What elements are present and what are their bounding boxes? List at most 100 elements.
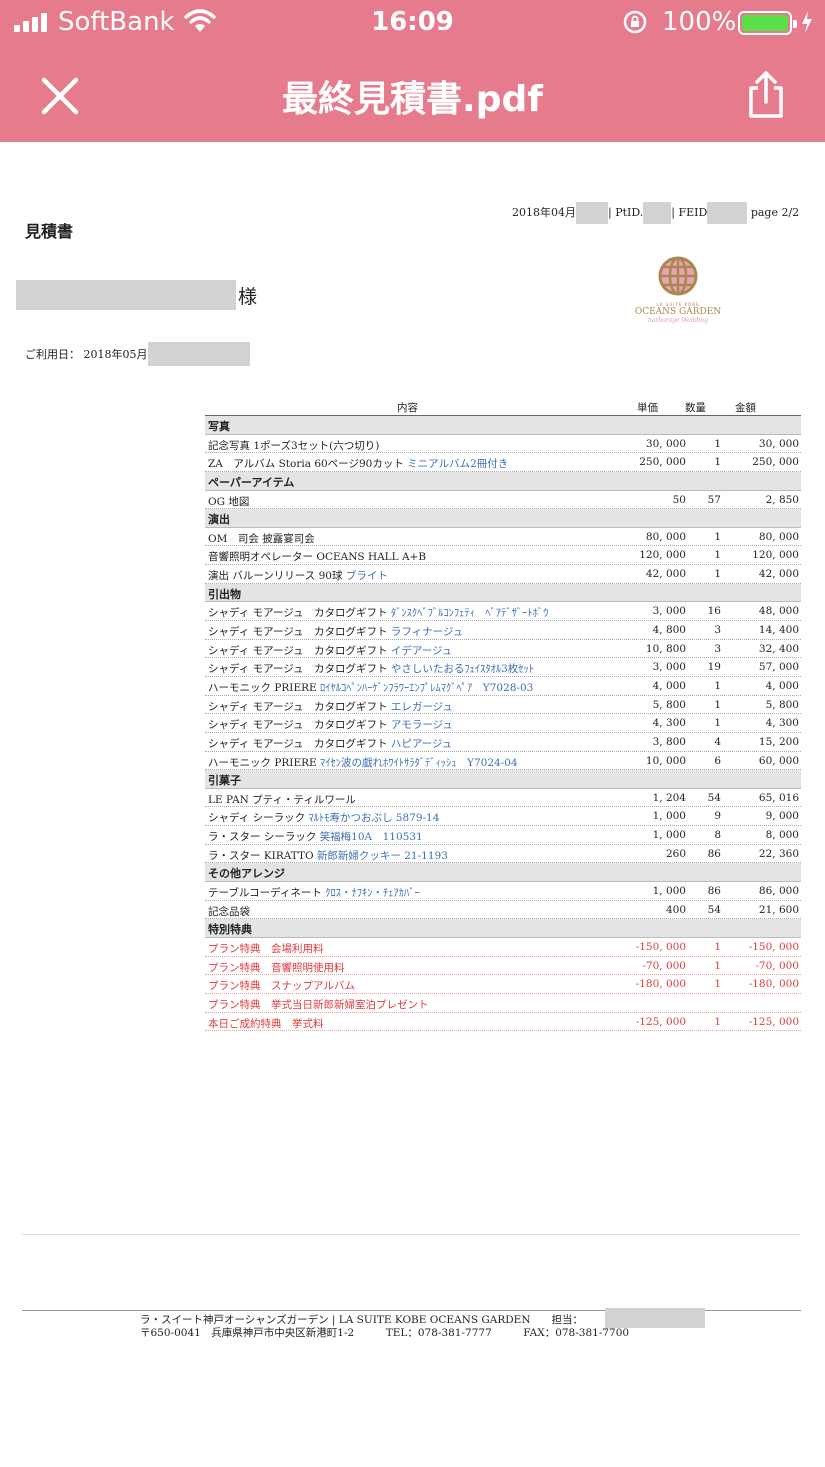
item-label: LE PAN プティ・ティルワール bbox=[208, 793, 356, 806]
amount: 57, 000 bbox=[758, 661, 799, 674]
amount: 80, 000 bbox=[758, 530, 799, 543]
unit-price: -150, 000 bbox=[635, 940, 686, 953]
item-label: OG 地図 bbox=[208, 495, 250, 508]
amount: 9, 000 bbox=[765, 810, 799, 823]
column-header-quantity: 数量 bbox=[685, 402, 706, 414]
table-row: LE PAN プティ・ティルワール 1, 204 54 65, 016 bbox=[205, 789, 801, 808]
unit-price: -180, 000 bbox=[635, 978, 686, 991]
quantity: 9 bbox=[714, 810, 721, 823]
item-label: シャディ モアージュ カタログギフト bbox=[208, 700, 391, 713]
unit-price: 4, 300 bbox=[652, 717, 686, 730]
item-name: シャディ モアージュ カタログギフト ﾀﾞﾝｽｸﾍﾞﾌﾞﾙｺﾝﾌｪﾃｨ ﾍﾞｱﾃ… bbox=[208, 605, 548, 620]
footer-line-2: 〒650-0041 兵庫県神戸市中央区新港町1-2 TEL：078-381-77… bbox=[140, 1327, 630, 1339]
item-name: ハーモニック PRIERE ﾏｲｾﾝ波の戯れﾎﾜｲﾄｻﾗﾀﾞﾃﾞｨｯｼｭ Y70… bbox=[208, 755, 518, 770]
item-label: 音響照明オペレーター OCEANS HALL A+B bbox=[208, 551, 427, 564]
item-label: シャディ モアージュ カタログギフト bbox=[208, 607, 391, 620]
unit-price: 1, 000 bbox=[652, 810, 686, 823]
footer-divider bbox=[22, 1234, 801, 1235]
share-icon bbox=[749, 71, 783, 118]
item-label: シャディ モアージュ カタログギフト bbox=[208, 663, 391, 676]
item-name: シャディ モアージュ カタログギフト ハピアージュ bbox=[208, 736, 452, 751]
column-header-unit-price: 単価 bbox=[637, 402, 658, 414]
amount: 48, 000 bbox=[758, 605, 799, 618]
category-row: ペーパーアイテム bbox=[205, 471, 801, 491]
category-row: 演出 bbox=[205, 509, 801, 528]
category-label: ペーパーアイテム bbox=[208, 475, 295, 489]
column-header-amount: 金額 bbox=[735, 402, 756, 414]
amount: 30, 000 bbox=[758, 437, 799, 450]
venue-logo: LA SUITE KOBE OCEANS GARDEN harborage We… bbox=[630, 254, 726, 324]
unit-price: -70, 000 bbox=[642, 959, 686, 972]
estimate-title: 見積書 bbox=[25, 222, 74, 241]
table-row: テーブルコーディネート ｸﾛｽ・ﾅﾌｷﾝ・ﾁｪｱｶﾊﾞｰ 1, 000 86 86, … bbox=[205, 882, 801, 901]
amount: 4, 000 bbox=[765, 679, 799, 692]
table-row: 演出 バルーンリリース 90球 ブライト 42, 000 1 42, 000 bbox=[205, 565, 801, 584]
table-row: シャディ シーラック ﾏﾙﾄﾓ寿かつおぶし 5879-14 1, 000 9 9, 0… bbox=[205, 807, 801, 827]
amount: 42, 000 bbox=[758, 568, 799, 581]
unit-price: 1, 000 bbox=[652, 885, 686, 898]
quantity: 1 bbox=[714, 679, 721, 692]
redacted-block bbox=[576, 202, 608, 224]
header-page: page 2/2 bbox=[750, 206, 800, 219]
amount: -180, 000 bbox=[748, 978, 799, 991]
quantity: 16 bbox=[707, 605, 721, 618]
category-label: 特別特典 bbox=[208, 923, 252, 937]
quantity: 54 bbox=[707, 791, 721, 804]
amount: 14, 400 bbox=[758, 624, 799, 637]
quantity: 3 bbox=[714, 642, 721, 655]
share-button[interactable] bbox=[744, 70, 788, 120]
item-note: ブライト bbox=[345, 570, 388, 583]
item-name: シャディ シーラック ﾏﾙﾄﾓ寿かつおぶし 5879-14 bbox=[208, 810, 439, 825]
item-name: OG 地図 bbox=[208, 494, 249, 509]
quantity: 1 bbox=[714, 549, 721, 562]
use-date-label: ご利用日： 2018年05月 bbox=[25, 348, 148, 361]
item-name: 音響照明オペレーター OCEANS HALL A+B bbox=[208, 549, 426, 564]
quantity: 1 bbox=[714, 717, 721, 730]
quantity: 86 bbox=[707, 885, 721, 898]
quantity: 54 bbox=[707, 903, 721, 916]
pdf-page[interactable]: 見積書 2018年04月 | PtID. | FEID page 2/2 様 ご利用… bbox=[0, 142, 825, 1467]
document-title: 最終見積書.pdf bbox=[282, 79, 543, 120]
quantity: 1 bbox=[714, 568, 721, 581]
item-name: プラン特典 音響照明使用料 bbox=[208, 960, 345, 975]
item-label: プラン特典 スナップアルバム bbox=[208, 980, 355, 993]
item-note: イデアージュ bbox=[390, 644, 453, 657]
table-row: シャディ モアージュ カタログギフト アモラージュ 4, 300 1 4, 300 bbox=[205, 714, 801, 733]
amount: 2, 850 bbox=[765, 493, 799, 506]
logo-subtitle: harborage Wedding bbox=[647, 317, 709, 324]
category-label: 演出 bbox=[208, 513, 230, 527]
battery-percent: 100% bbox=[662, 7, 737, 37]
item-label: プラン特典 音響照明使用料 bbox=[208, 961, 345, 974]
quantity: 1 bbox=[714, 959, 721, 972]
item-name: テーブルコーディネート ｸﾛｽ・ﾅﾌｷﾝ・ﾁｪｱｶﾊﾞｰ bbox=[208, 885, 420, 900]
item-name: プラン特典 会場利用料 bbox=[208, 941, 324, 956]
quantity: 1 bbox=[714, 698, 721, 711]
item-note: やさしいたおるﾌｪｲｽﾀｵﾙ3枚ｾｯﾄ bbox=[390, 663, 535, 676]
item-name: ハーモニック PRIERE ﾛｲﾔﾙｺﾍﾟﾝﾊｰｹﾞﾝﾌﾗﾜｰｴﾝﾌﾟﾚﾑﾏｸﾞ… bbox=[208, 680, 533, 695]
unit-price: 400 bbox=[665, 903, 686, 916]
unit-price: 3, 800 bbox=[652, 735, 686, 748]
category-row: 写真 bbox=[205, 416, 801, 435]
item-label: シャディ シーラック bbox=[208, 812, 309, 825]
document-header-info: 2018年04月 | PtID. | FEID page 2/2 bbox=[512, 202, 799, 224]
category-row: 引出物 bbox=[205, 583, 801, 603]
item-name: シャディ モアージュ カタログギフト ラフィナージュ bbox=[208, 624, 463, 639]
category-label: 写真 bbox=[208, 420, 230, 433]
table-row: ラ・スター KIRATTO 新郎新婦クッキー 21-1193 260 86 22, 3… bbox=[205, 845, 801, 864]
unit-price: 80, 000 bbox=[645, 530, 686, 543]
table-row: OM 司会 披露宴司会 80, 000 1 80, 000 bbox=[205, 528, 801, 547]
amount: 65, 016 bbox=[758, 791, 799, 804]
unit-price: 30, 000 bbox=[645, 437, 686, 450]
amount: 250, 000 bbox=[752, 456, 799, 469]
table-row: 音響照明オペレーター OCEANS HALL A+B 120, 000 1 120, … bbox=[205, 546, 801, 566]
item-note: ﾀﾞﾝｽｸﾍﾞﾌﾞﾙｺﾝﾌｪﾃｨ ﾍﾞｱﾃﾞｻﾞｰﾄﾎﾞｳ bbox=[390, 607, 549, 620]
charging-icon bbox=[800, 10, 814, 38]
item-label: 本日ご成約特典 挙式料 bbox=[208, 1017, 324, 1030]
logo-brand: OCEANS GARDEN bbox=[634, 307, 722, 317]
unit-price: 3, 000 bbox=[652, 661, 686, 674]
item-name: プラン特典 スナップアルバム bbox=[208, 978, 355, 993]
unit-price: 260 bbox=[665, 847, 686, 860]
item-note: ミニアルバム2冊付き bbox=[407, 458, 509, 471]
item-name: ラ・スター シーラック 笑福梅10A 110531 bbox=[208, 829, 423, 844]
table-row: シャディ モアージュ カタログギフト エレガージュ 5, 800 1 5, 800 bbox=[205, 696, 801, 715]
